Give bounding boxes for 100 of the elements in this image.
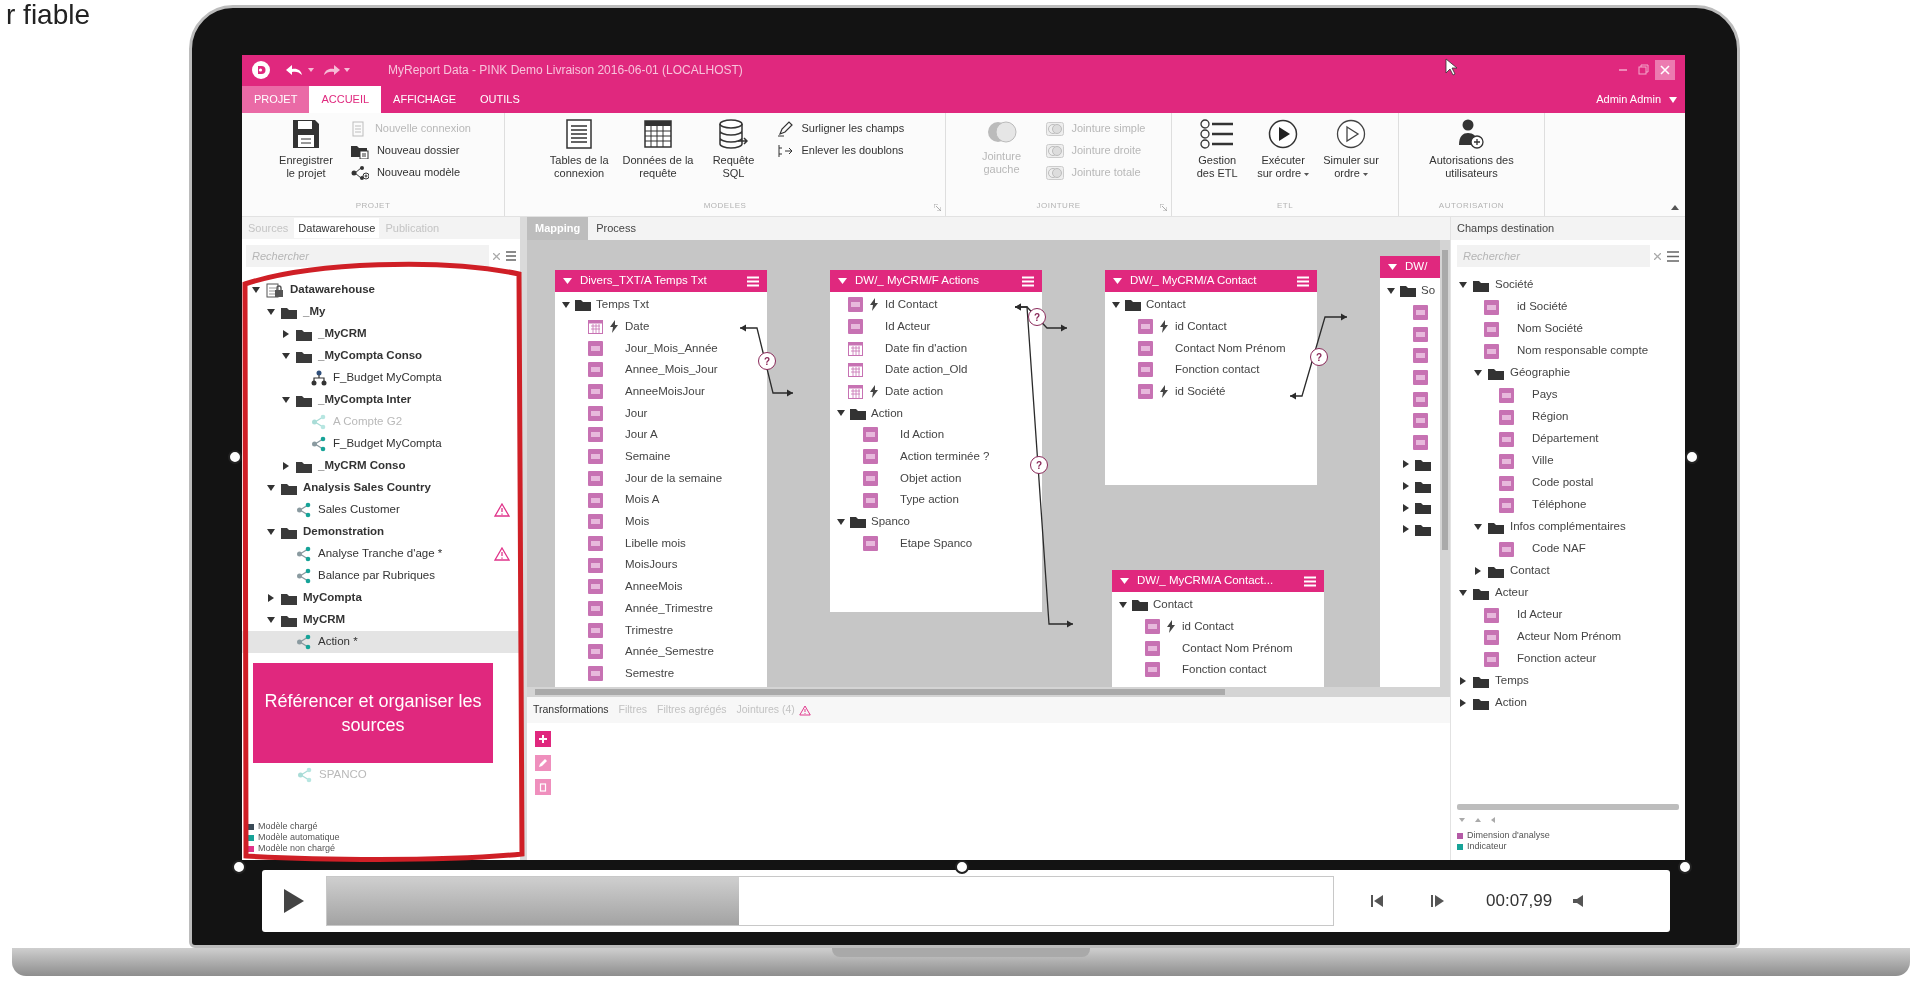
tree-item[interactable]: _My: [242, 301, 520, 323]
undo-icon[interactable]: [286, 63, 304, 76]
panel-tab[interactable]: Datawarehouse: [294, 218, 380, 238]
caret-right-icon[interactable]: [1460, 699, 1466, 707]
tree-item[interactable]: _MyCRM Conso: [242, 455, 520, 477]
share-nodes-icon: [296, 634, 312, 650]
tree-item[interactable]: Analysis Sales Country: [242, 477, 520, 499]
caret-down-icon[interactable]: [1119, 601, 1127, 608]
ribbon-button[interactable]: Requête SQL: [703, 119, 764, 180]
caret-down-icon[interactable]: [1459, 282, 1467, 288]
tree-item[interactable]: Demonstration: [242, 521, 520, 543]
caret-right-icon[interactable]: [268, 594, 274, 602]
caret-right-icon[interactable]: [283, 330, 289, 338]
resize-handle[interactable]: [1685, 450, 1699, 464]
play-icon[interactable]: [284, 889, 304, 913]
ribbon-button[interactable]: Nouveau modèle: [350, 163, 471, 182]
user-menu[interactable]: Admin Admin: [1596, 86, 1685, 113]
ribbon-tab[interactable]: ACCUEIL: [309, 86, 382, 113]
caret-down-icon[interactable]: [267, 309, 275, 315]
card-header: Divers_TXT/A Temps Txt: [555, 270, 767, 292]
caret-down-icon: [1304, 172, 1310, 176]
ribbon-button[interactable]: Enlever les doublons: [777, 141, 905, 160]
caret-down-icon[interactable]: [1459, 590, 1467, 596]
search-field[interactable]: Rechercher: [246, 245, 489, 267]
tree-item[interactable]: F_Budget MyCompta: [242, 367, 520, 389]
ribbon-button[interactable]: Données de la requête: [618, 119, 698, 180]
field-name: Id Acteur: [885, 318, 931, 334]
vertical-scrollbar[interactable]: [1440, 240, 1450, 687]
tree-item[interactable]: Datawarehouse: [242, 279, 520, 301]
caret-down-icon[interactable]: [562, 301, 570, 308]
tree-item[interactable]: _MyCompta Inter: [242, 389, 520, 411]
caret-down-icon[interactable]: [1474, 370, 1482, 376]
tree-item[interactable]: Analyse Tranche d'age *: [242, 543, 520, 565]
panel-splitter[interactable]: [520, 217, 527, 860]
caret-down-icon[interactable]: [282, 353, 290, 359]
resize-handle[interactable]: [228, 450, 242, 464]
search-field[interactable]: Rechercher: [1457, 245, 1650, 267]
caret-right-icon[interactable]: [1403, 482, 1409, 491]
collapse-ribbon-icon[interactable]: [1671, 205, 1679, 210]
caret-down-icon[interactable]: [267, 529, 275, 535]
close-button[interactable]: [1655, 59, 1675, 80]
caret-down-icon[interactable]: [267, 485, 275, 491]
add-button[interactable]: [535, 731, 551, 747]
ribbon-button[interactable]: Surligner les champs: [777, 119, 905, 138]
ribbon-button[interactable]: Enregistrer le projet: [275, 119, 337, 180]
tree-item[interactable]: F_Budget MyCompta: [242, 433, 520, 455]
caret-right-icon[interactable]: [1460, 677, 1466, 685]
scrollbar-thumb[interactable]: [1442, 250, 1448, 550]
resize-handle[interactable]: [232, 860, 246, 874]
ribbon-button[interactable]: Nouveau dossier: [350, 141, 471, 160]
ribbon-tab[interactable]: OUTILS: [468, 86, 532, 113]
progress-track[interactable]: [326, 876, 1334, 926]
tree-item[interactable]: Balance par Rubriques: [242, 565, 520, 587]
field-type-icon: [588, 492, 603, 508]
menu-icon[interactable]: [506, 251, 516, 261]
ribbon-button[interactable]: Simuler sur ordre: [1319, 119, 1383, 180]
caret-down-icon[interactable]: [267, 617, 275, 623]
caret-down-icon[interactable]: [837, 410, 845, 417]
caret-down-icon[interactable]: [1112, 301, 1120, 308]
field-type-icon: [1499, 475, 1514, 491]
ribbon-button[interactable]: Tables de la connexion: [545, 119, 613, 180]
tree-item[interactable]: Sales Customer: [242, 499, 520, 521]
field-name: Ville: [1532, 453, 1554, 469]
next-frame-icon[interactable]: [1430, 894, 1444, 908]
resize-handle[interactable]: [1678, 860, 1692, 874]
field-name: Annee_Mois_Jour: [625, 362, 718, 378]
field-type-icon: [848, 297, 863, 313]
caret-down-icon[interactable]: [282, 397, 290, 403]
scrollbar-thumb[interactable]: [535, 689, 1225, 695]
ribbon-button[interactable]: Exécuter sur ordre: [1253, 119, 1314, 180]
server-icon: [350, 120, 367, 137]
caret-down-icon[interactable]: [837, 518, 845, 525]
caret-right-icon[interactable]: [1403, 503, 1409, 512]
field-name: Type action: [900, 492, 959, 508]
tree-item[interactable]: _MyCRM: [242, 323, 520, 345]
horizontal-scrollbar[interactable]: [527, 687, 1450, 697]
caret-right-icon[interactable]: [283, 462, 289, 470]
horizontal-scrollbar[interactable]: [1457, 804, 1679, 810]
view-tab[interactable]: Process: [588, 217, 644, 240]
tree-item[interactable]: MyCRM: [242, 609, 520, 631]
resize-handle[interactable]: [955, 860, 969, 874]
redo-icon[interactable]: [322, 63, 340, 76]
ribbon-button[interactable]: Gestion des ETL: [1187, 119, 1248, 180]
field-type-icon: [1484, 343, 1499, 359]
caret-down-icon[interactable]: [1387, 287, 1395, 294]
caret-down-icon[interactable]: [1474, 524, 1482, 530]
caret-right-icon[interactable]: [1403, 525, 1409, 534]
menu-icon[interactable]: [1667, 250, 1679, 262]
caret-right-icon[interactable]: [1475, 567, 1481, 575]
caret-down-icon[interactable]: [252, 287, 260, 293]
previous-frame-icon[interactable]: [1370, 894, 1384, 908]
tree-item[interactable]: _MyCompta Conso: [242, 345, 520, 367]
panel-tab[interactable]: Transformations: [531, 702, 611, 718]
ribbon-button[interactable]: Autorisations des utilisateurs: [1425, 119, 1518, 180]
tree-item[interactable]: MyCompta: [242, 587, 520, 609]
caret-right-icon[interactable]: [1403, 460, 1409, 469]
tree-item[interactable]: Action *: [242, 631, 520, 653]
ribbon-tab[interactable]: AFFICHAGE: [381, 86, 469, 113]
field-type-icon: [588, 557, 603, 573]
caret-down-icon: [1362, 172, 1368, 176]
